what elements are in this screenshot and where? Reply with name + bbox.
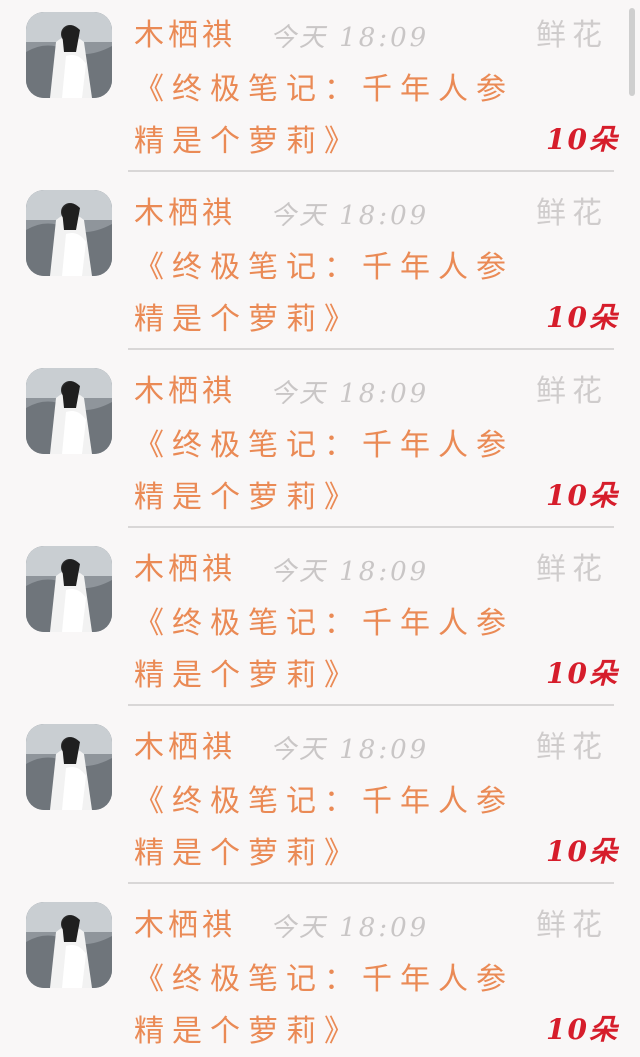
avatar[interactable] [26,190,112,276]
avatar-image-icon [26,190,112,276]
message-text: 《终极笔记：千年人参精是个萝莉》 [134,962,514,1049]
author-name[interactable]: 木栖祺 [134,550,236,590]
author-name[interactable]: 木栖祺 [134,372,236,412]
divider [128,348,614,350]
message-text: 《终极笔记：千年人参精是个萝莉》 [134,250,514,337]
timestamp: 今天 18:09 [270,557,430,587]
gift-type-label: 鲜花 [536,730,608,765]
gift-count: 10朵 [546,657,619,690]
gift-count: 10朵 [546,835,619,868]
avatar-image-icon [26,546,112,632]
author-name[interactable]: 木栖祺 [134,16,236,56]
gift-type-label: 鲜花 [536,552,608,587]
list-item[interactable]: 木栖祺 今天 18:09 鲜花 《终极笔记：千年人参精是个萝莉》 10朵 [0,356,640,534]
gift-count: 10朵 [546,479,619,512]
gift-count: 10朵 [546,301,619,334]
timestamp: 今天 18:09 [270,735,430,765]
gift-type-label: 鲜花 [536,908,608,943]
divider [128,882,614,884]
scrollbar[interactable] [629,8,635,96]
gift-type-label: 鲜花 [536,18,608,53]
author-name[interactable]: 木栖祺 [134,906,236,946]
timestamp: 今天 18:09 [270,913,430,943]
gift-count: 10朵 [546,123,619,156]
list-item[interactable]: 木栖祺 今天 18:09 鲜花 《终极笔记：千年人参精是个萝莉》 10朵 [0,712,640,890]
avatar[interactable] [26,902,112,988]
avatar[interactable] [26,546,112,632]
message-text: 《终极笔记：千年人参精是个萝莉》 [134,606,514,693]
avatar-image-icon [26,724,112,810]
avatar[interactable] [26,368,112,454]
author-name[interactable]: 木栖祺 [134,728,236,768]
timestamp: 今天 18:09 [270,201,430,231]
gift-type-label: 鲜花 [536,374,608,409]
gift-feed-list[interactable]: 木栖祺 今天 18:09 鲜花 《终极笔记：千年人参精是个萝莉》 10朵 木栖祺… [0,0,640,1057]
list-item[interactable]: 木栖祺 今天 18:09 鲜花 《终极笔记：千年人参精是个萝莉》 10朵 [0,0,640,178]
avatar-image-icon [26,902,112,988]
gift-type-label: 鲜花 [536,196,608,231]
gift-count: 10朵 [546,1013,619,1046]
message-text: 《终极笔记：千年人参精是个萝莉》 [134,428,514,515]
message-text: 《终极笔记：千年人参精是个萝莉》 [134,72,514,159]
timestamp: 今天 18:09 [270,23,430,53]
timestamp: 今天 18:09 [270,379,430,409]
avatar-image-icon [26,368,112,454]
author-name[interactable]: 木栖祺 [134,194,236,234]
list-item[interactable]: 木栖祺 今天 18:09 鲜花 《终极笔记：千年人参精是个萝莉》 10朵 [0,890,640,1057]
divider [128,704,614,706]
list-item[interactable]: 木栖祺 今天 18:09 鲜花 《终极笔记：千年人参精是个萝莉》 10朵 [0,178,640,356]
list-item[interactable]: 木栖祺 今天 18:09 鲜花 《终极笔记：千年人参精是个萝莉》 10朵 [0,534,640,712]
divider [128,170,614,172]
avatar-image-icon [26,12,112,98]
divider [128,526,614,528]
message-text: 《终极笔记：千年人参精是个萝莉》 [134,784,514,871]
avatar[interactable] [26,12,112,98]
avatar[interactable] [26,724,112,810]
